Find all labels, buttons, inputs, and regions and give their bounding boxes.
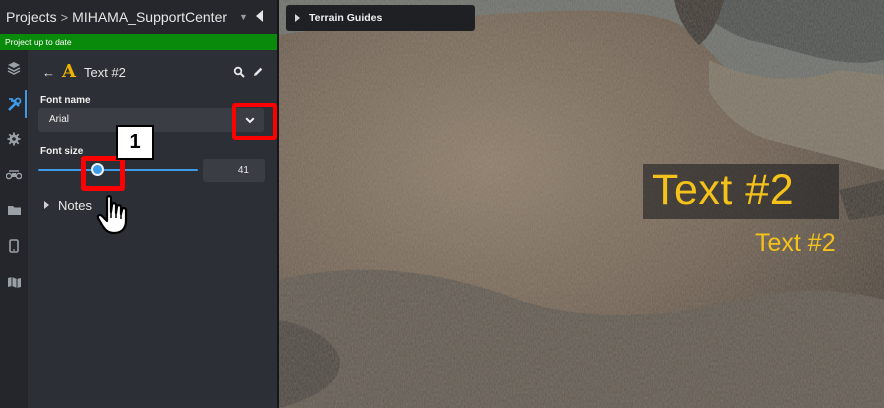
expand-notes-icon[interactable]	[44, 201, 49, 209]
breadcrumb-project-name[interactable]: MIHAMA_SupportCenter	[72, 9, 227, 25]
text-label-large[interactable]: Text #2	[652, 166, 794, 215]
project-dropdown-icon[interactable]: ▼	[239, 12, 248, 22]
highlight-frame-dropdown	[232, 103, 277, 140]
active-tool-indicator	[25, 90, 27, 118]
search-icon[interactable]	[233, 65, 245, 83]
tool-rail	[0, 50, 28, 408]
collapse-panel-icon[interactable]	[256, 10, 263, 22]
text-icon: A	[62, 61, 76, 82]
layers-icon[interactable]	[0, 54, 28, 82]
panel-title: Text #2	[84, 65, 126, 80]
map-icon[interactable]	[0, 268, 28, 296]
project-status-bar: Project up to date	[0, 34, 277, 50]
mobile-icon[interactable]	[0, 232, 28, 260]
text-label-small[interactable]: Text #2	[755, 229, 836, 258]
project-breadcrumb: Projects > MIHAMA_SupportCenter ▼	[0, 0, 277, 34]
highlight-frame-slider	[81, 156, 125, 191]
breadcrumb-projects-link[interactable]: Projects	[6, 9, 57, 25]
settings-icon[interactable]	[0, 125, 28, 153]
terrain-guides-label: Terrain Guides	[309, 12, 383, 24]
text-properties-panel: ← A Text #2 Font name Arial Font size 1 …	[28, 50, 277, 408]
drone-icon[interactable]	[0, 160, 28, 188]
font-name-label: Font name	[40, 95, 91, 106]
tools-icon[interactable]	[0, 90, 28, 118]
font-size-label: Font size	[40, 146, 84, 157]
folder-icon[interactable]	[0, 196, 28, 224]
app-root: Projects > MIHAMA_SupportCenter ▼ Projec…	[0, 0, 884, 408]
expand-arrow-icon	[295, 14, 300, 22]
font-size-input[interactable]: 41	[203, 159, 265, 182]
back-arrow-icon[interactable]: ←	[42, 65, 55, 80]
step-number-callout: 1	[116, 125, 154, 160]
pencil-icon[interactable]	[252, 65, 264, 83]
terrain-guides-button[interactable]: Terrain Guides	[286, 5, 475, 31]
breadcrumb-separator: >	[60, 9, 69, 25]
notes-section-toggle[interactable]: Notes	[58, 198, 92, 213]
panel-header: ← A Text #2	[28, 60, 277, 84]
pointer-hand-icon	[96, 195, 128, 235]
